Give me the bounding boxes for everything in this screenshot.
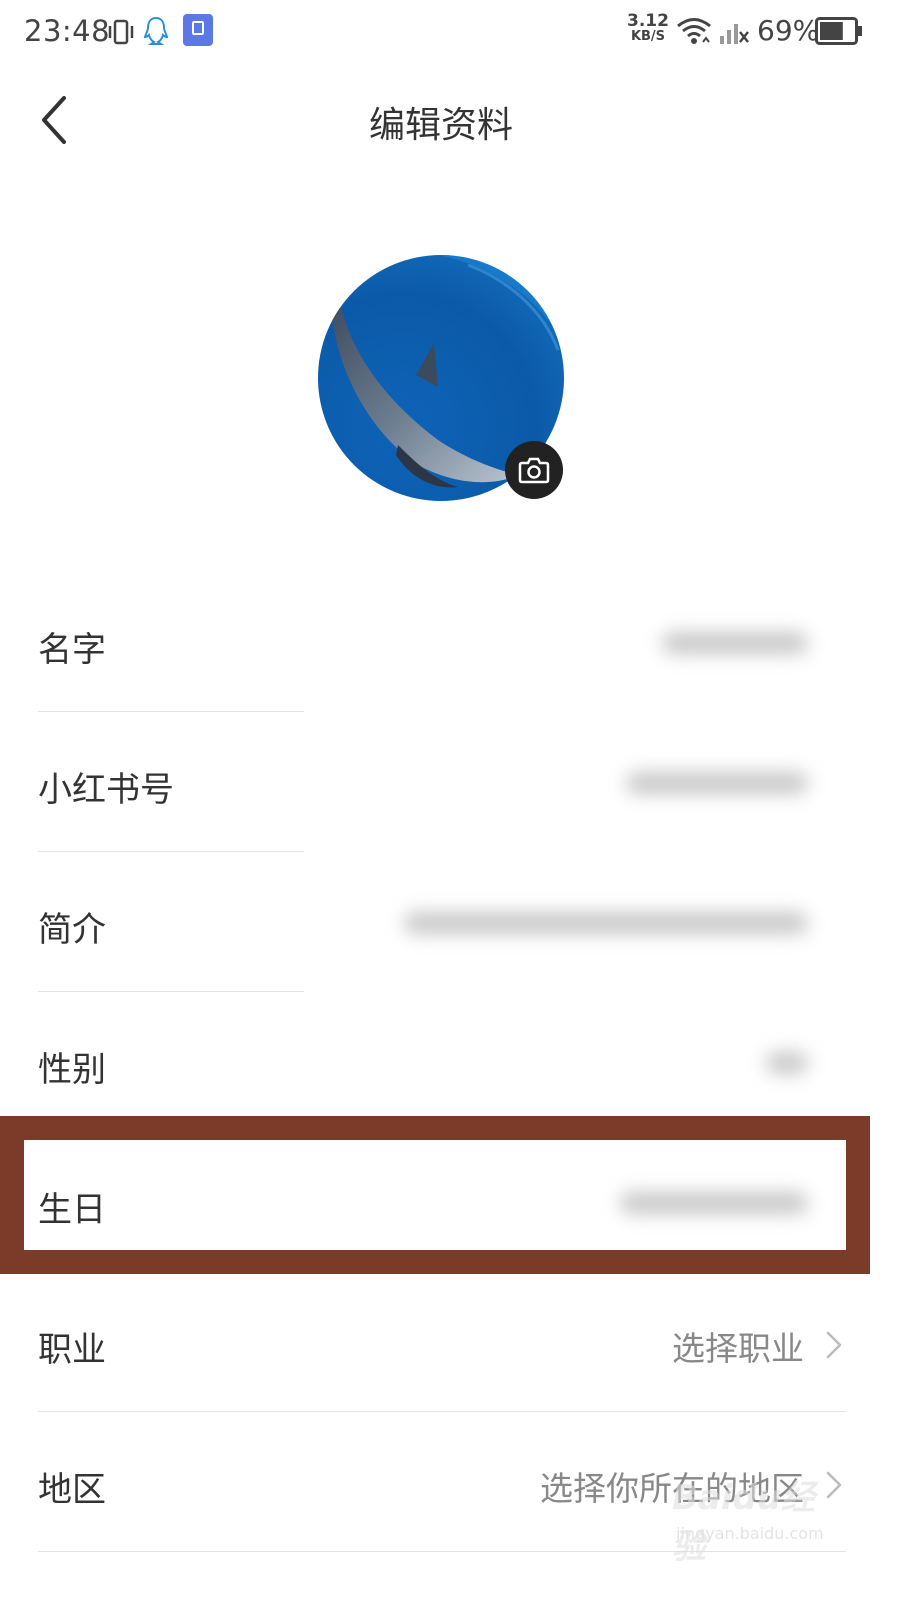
- blurred-birthday-value: [620, 1192, 808, 1214]
- camera-icon: [518, 457, 550, 484]
- row-occupation[interactable]: 职业 选择职业: [0, 1272, 900, 1412]
- row-label-region: 地区: [38, 1470, 106, 1510]
- row-bio[interactable]: 简介: [0, 852, 900, 992]
- blurred-gender-value: [766, 1052, 808, 1074]
- speed-unit: KB/S: [630, 29, 666, 44]
- network-speed: 3.12 KB/S: [626, 13, 670, 45]
- speed-value: 3.12: [627, 11, 669, 31]
- page-title: 编辑资料: [368, 105, 513, 146]
- watermark-main: Baidu经验: [672, 1478, 816, 1567]
- occupation-value: 选择职业: [672, 1329, 804, 1368]
- row-label-user-id: 小红书号: [38, 770, 174, 810]
- row-label-birthday: 生日: [38, 1190, 106, 1230]
- blurred-user-id-value: [626, 772, 808, 794]
- row-label-bio: 简介: [38, 910, 106, 950]
- blurred-name-value: [662, 632, 808, 654]
- row-user-id[interactable]: 小红书号: [0, 712, 900, 852]
- blurred-bio-value: [404, 912, 808, 934]
- watermark-sub: jingyan.baidu.com: [676, 1524, 824, 1543]
- row-label-gender: 性别: [38, 1050, 106, 1090]
- status-time: 23:48: [24, 14, 111, 48]
- battery-icon: [815, 17, 862, 45]
- wifi-icon: [677, 18, 711, 44]
- chevron-right-icon: [826, 1331, 842, 1359]
- watermark: Baidu经验 jingyan.baidu.com: [672, 1470, 842, 1567]
- row-name[interactable]: 名字: [0, 572, 900, 712]
- row-label-name: 名字: [38, 630, 106, 670]
- status-bar: 23:48 3.12 KB/S 69%: [0, 0, 900, 64]
- vibrate-icon: [108, 19, 134, 45]
- row-birthday[interactable]: 生日: [0, 1132, 900, 1272]
- battery-percent: 69%: [757, 14, 820, 47]
- qq-icon: [143, 16, 169, 45]
- signal-icon: [720, 24, 749, 44]
- change-avatar-button[interactable]: [505, 441, 563, 499]
- row-label-occupation: 职业: [38, 1330, 106, 1370]
- row-gender[interactable]: 性别: [0, 992, 900, 1132]
- notification-app-icon: [183, 14, 213, 46]
